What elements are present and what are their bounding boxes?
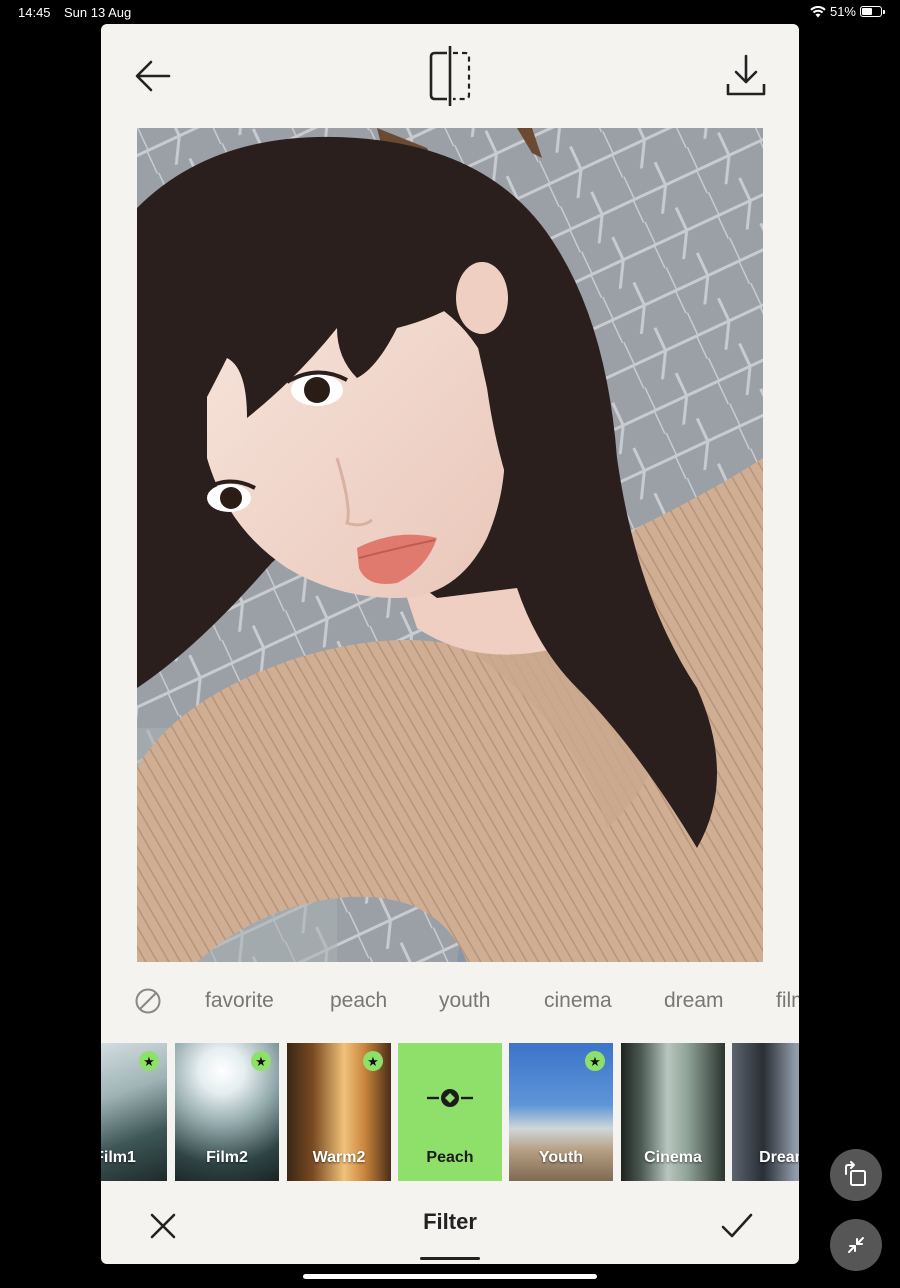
no-filter-button[interactable]	[135, 988, 161, 1014]
portrait-photo	[137, 128, 763, 962]
filter-thumb-cinema[interactable]: Cinema	[621, 1043, 725, 1181]
category-peach[interactable]: peach	[330, 989, 387, 1013]
filter-thumb-film1[interactable]: ★ Film1	[101, 1043, 167, 1181]
status-date: Sun 13 Aug	[64, 5, 132, 20]
filter-thumb-warm2[interactable]: ★ Warm2	[287, 1043, 391, 1181]
filter-label: Peach	[426, 1149, 474, 1166]
back-button[interactable]	[129, 52, 177, 100]
download-icon	[726, 54, 766, 96]
filter-label: Dream	[759, 1149, 799, 1166]
category-youth[interactable]: youth	[439, 989, 490, 1013]
status-right: 51%	[810, 4, 885, 19]
compare-button[interactable]	[423, 44, 477, 108]
filter-label: Film2	[206, 1149, 248, 1166]
checkmark-icon	[721, 1213, 753, 1238]
wifi-icon	[810, 5, 826, 17]
photo-preview[interactable]	[137, 128, 763, 962]
arrow-left-icon	[135, 60, 171, 92]
confirm-button[interactable]	[715, 1204, 759, 1248]
favorite-star-icon: ★	[363, 1051, 383, 1071]
download-button[interactable]	[721, 50, 771, 100]
filter-label: Youth	[538, 1149, 584, 1166]
minimize-button[interactable]	[830, 1219, 882, 1271]
category-film[interactable]: film	[776, 989, 799, 1013]
home-indicator[interactable]	[303, 1274, 597, 1279]
filter-thumb-peach-selected[interactable]: Peach	[398, 1043, 502, 1181]
favorite-star-icon: ★	[251, 1051, 271, 1071]
battery-icon	[860, 6, 885, 17]
filter-label: Cinema	[644, 1149, 702, 1166]
filter-thumb-youth[interactable]: ★ Youth	[509, 1043, 613, 1181]
filter-label: Warm2	[312, 1149, 366, 1166]
category-cinema[interactable]: cinema	[544, 989, 612, 1013]
category-favorite[interactable]: favorite	[205, 989, 274, 1013]
filter-label: Film1	[101, 1149, 136, 1166]
filter-categories: favorite peach youth cinema dream film	[101, 974, 799, 1028]
favorite-star-icon: ★	[585, 1051, 605, 1071]
none-circle-icon	[135, 988, 161, 1014]
category-dream[interactable]: dream	[664, 989, 724, 1013]
bottom-title: Filter	[423, 1209, 477, 1234]
active-tab-underline	[420, 1257, 480, 1260]
rotate-screen-button[interactable]	[830, 1149, 882, 1201]
battery-percent: 51%	[829, 4, 856, 19]
filter-thumb-film2[interactable]: ★ Film2	[175, 1043, 279, 1181]
status-bar: 14:45 Sun 13 Aug 51%	[0, 0, 900, 24]
filter-thumbnails: ★ Film1 ★ Film2 ★ Warm2 Peach ★ Youth Ci…	[101, 1043, 799, 1181]
rotate-icon	[845, 1161, 866, 1186]
adjust-slider-icon	[427, 1089, 473, 1107]
minimize-arrows-icon	[848, 1237, 864, 1253]
filter-thumb-dream[interactable]: Dream	[732, 1043, 799, 1181]
split-compare-icon	[429, 46, 471, 106]
filter-editor-panel: favorite peach youth cinema dream film ★…	[101, 24, 799, 1264]
favorite-star-icon: ★	[139, 1051, 159, 1071]
status-time: 14:45	[18, 5, 51, 20]
